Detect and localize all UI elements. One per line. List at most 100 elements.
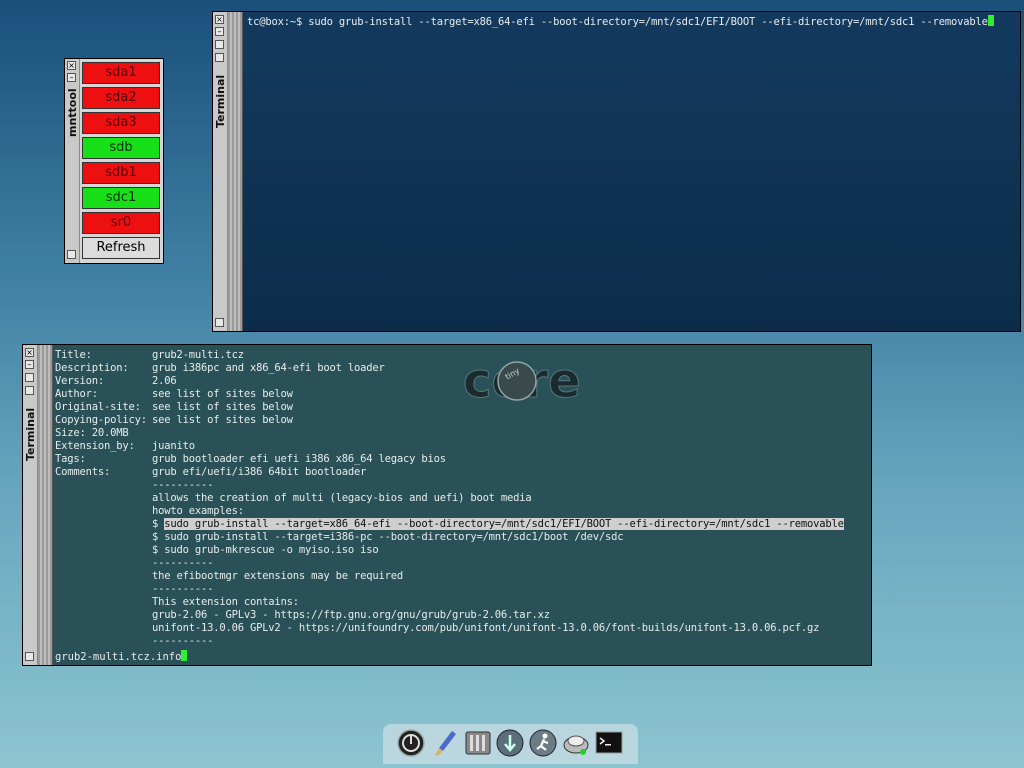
info-value: see list of sites below [152,388,293,400]
shade-icon[interactable] [25,386,34,395]
info-value: grub-2.06 - GPLv3 - https://ftp.gnu.org/… [152,609,550,621]
minimize-icon[interactable]: – [25,360,34,369]
info-row: Description: grub i386pc and x86_64-efi b… [55,362,844,375]
device-button-sr0[interactable]: sr0 [82,212,160,234]
info-value: $ sudo grub-install --target=i386-pc --b… [152,531,624,543]
close-icon[interactable]: × [25,348,34,357]
info-row: $ sudo grub-install --target=i386-pc --b… [55,531,844,544]
brush-icon[interactable] [432,729,460,757]
mount-icon[interactable] [562,729,590,757]
info-value: This extension contains: [152,596,299,608]
terminal-window-top: × – Terminal tc@box:~$ sudo grub-install… [212,11,1021,332]
command-line: tc@box:~$ sudo grub-install --target=x86… [247,16,988,28]
mnttool-window: × – mnttool sda1 sda2 sda3 sdb sdb1 sdc1… [64,58,164,264]
resize-icon[interactable] [215,318,224,327]
device-button-sda3[interactable]: sda3 [82,112,160,134]
dock [383,724,638,764]
info-row: Extension_by: juanito [55,440,844,453]
shade-icon[interactable] [215,53,224,62]
text-cursor [987,15,994,26]
info-row: ---------- [55,583,844,596]
info-row: $ sudo grub-mkrescue -o myiso.iso iso [55,544,844,557]
info-key: Extension_by: [55,440,135,452]
close-icon[interactable]: × [67,61,76,70]
apps-icon[interactable] [496,729,524,757]
info-key: Description: [55,362,129,374]
run-icon[interactable] [529,729,557,757]
info-key: Tags: [55,453,86,465]
info-row: the efibootmgr extensions may be require… [55,570,844,583]
info-key: Title: [55,349,92,361]
maximize-icon[interactable] [215,40,224,49]
info-key: Size: 20.0MB [55,427,129,439]
status-filename: grub2-multi.tcz.info [55,651,182,663]
device-button-sdc1[interactable]: sdc1 [82,187,160,209]
minimize-icon[interactable]: – [67,73,76,82]
info-row: This extension contains: [55,596,844,609]
terminal-top-scrollbar[interactable] [228,12,243,331]
info-value: see list of sites below [152,414,293,426]
maximize-icon[interactable] [25,373,34,382]
terminal-bottom-titlebar[interactable]: × – Terminal [23,345,38,665]
refresh-button[interactable]: Refresh [82,237,160,259]
info-key: Comments: [55,466,111,478]
info-row: ---------- [55,479,844,492]
info-value: grub bootloader efi uefi i386 x86_64 leg… [152,453,446,465]
example-row-selected: $ sudo grub-install --target=x86_64-efi … [55,518,844,531]
info-row: ---------- [55,635,844,648]
info-key: Author: [55,388,98,400]
terminal-bottom-content[interactable]: core tiny Title:grub2-multi.tczDescripti… [53,345,871,665]
power-icon[interactable] [397,729,425,757]
info-key: Original-site: [55,401,141,413]
info-value: ---------- [152,635,214,647]
info-row: howto examples: [55,505,844,518]
terminal-top-title: Terminal [214,74,227,128]
info-value: ---------- [152,479,214,491]
terminal-icon[interactable] [595,729,623,757]
device-button-sda1[interactable]: sda1 [82,62,160,84]
info-row: Author: see list of sites below [55,388,844,401]
close-icon[interactable]: × [215,15,224,24]
info-value: ---------- [152,583,214,595]
info-row: Version: 2.06 [55,375,844,388]
terminal-top-titlebar[interactable]: × – Terminal [213,12,228,331]
info-key: Copying-policy: [55,414,147,426]
terminal-top-content[interactable]: tc@box:~$ sudo grub-install --target=x86… [243,12,1020,331]
package-info-text: Title: grub2-multi.tcz Description: grub i3… [55,349,844,648]
device-button-sdb1[interactable]: sdb1 [82,162,160,184]
info-value: grub2-multi.tcz [152,349,244,361]
info-value: see list of sites below [152,401,293,413]
resize-icon[interactable] [67,250,76,259]
info-row: allows the creation of multi (legacy-bio… [55,492,844,505]
info-value: $ sudo grub-mkrescue -o myiso.iso iso [152,544,379,556]
terminal-bottom-scrollbar[interactable] [38,345,53,665]
info-row: Copying-policy: see list of sites below [55,414,844,427]
info-row: Tags: grub bootloader efi uefi i386 x86_6… [55,453,844,466]
info-row: unifont-13.0.06 GPLv2 - https://unifound… [55,622,844,635]
info-value: howto examples: [152,505,244,517]
terminal-bottom-title: Terminal [24,407,37,461]
selected-command-text[interactable]: sudo grub-install --target=x86_64-efi --… [164,518,844,530]
resize-icon[interactable] [25,652,34,661]
device-button-sda2[interactable]: sda2 [82,87,160,109]
info-value: the efibootmgr extensions may be require… [152,570,403,582]
info-value: juanito [152,440,195,452]
info-key: Version: [55,375,104,387]
minimize-icon[interactable]: – [215,27,224,36]
terminal-window-bottom: × – Terminal core tiny Title:grub2-multi… [22,344,872,666]
info-value: unifont-13.0.06 GPLv2 - https://unifound… [152,622,820,634]
info-row: Comments: grub efi/uefi/i386 64bit bootlo… [55,466,844,479]
info-row: Size: 20.0MB [55,427,844,440]
control-panel-icon[interactable] [464,729,492,757]
device-button-sdb[interactable]: sdb [82,137,160,159]
mnttool-titlebar[interactable]: × – mnttool [65,59,80,263]
mnttool-title: mnttool [66,88,79,137]
info-value: grub i386pc and x86_64-efi boot loader [152,362,385,374]
example-prompt: $ [152,518,165,530]
info-value: allows the creation of multi (legacy-bio… [152,492,532,504]
info-value: 2.06 [152,375,177,387]
info-row: Original-site: see list of sites below [55,401,844,414]
info-value: ---------- [152,557,214,569]
info-row: Title: grub2-multi.tcz [55,349,844,362]
info-value: grub efi/uefi/i386 64bit bootloader [152,466,367,478]
